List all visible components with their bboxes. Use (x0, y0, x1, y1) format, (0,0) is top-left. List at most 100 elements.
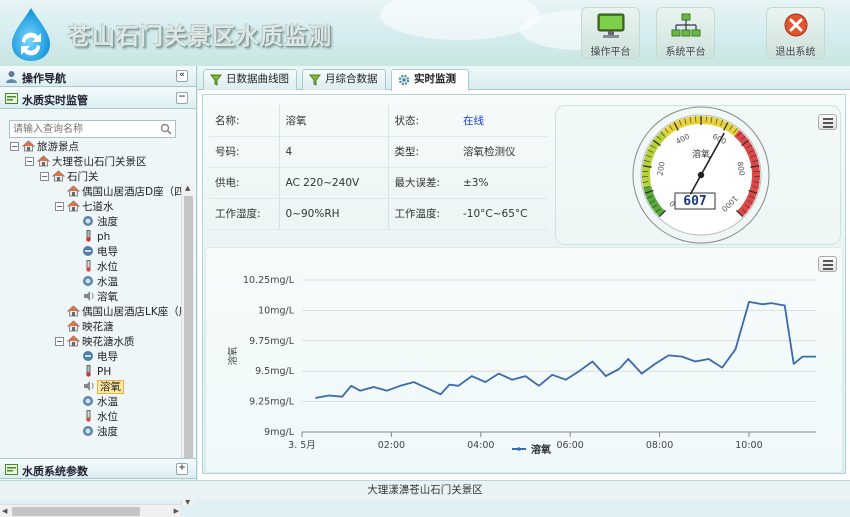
tab-monthly-data[interactable]: 月综合数据 (302, 69, 386, 90)
tree-item[interactable]: 水位 (70, 260, 118, 275)
tree-item-label: 水位 (97, 261, 118, 273)
scroll-thumb[interactable] (184, 196, 193, 464)
tab-bar: 日数据曲线图 月综合数据 实时监测 (198, 66, 850, 90)
panel-icon (5, 92, 18, 105)
collapse-nav-button[interactable]: « (176, 70, 188, 82)
section-collapse-button[interactable]: − (176, 92, 188, 104)
water-level-icon (82, 260, 95, 272)
tree-item[interactable]: −旅游景点 (10, 140, 79, 155)
params-section-title: 水质系统参数 (22, 463, 88, 479)
scroll-thumb[interactable] (12, 507, 140, 516)
tree-item[interactable]: 浊度 (70, 425, 118, 440)
tree-item-label: 水位 (97, 411, 118, 423)
app-title: 苍山石门关景区水质监测 (68, 17, 332, 51)
tree-item-label: 石门关 (67, 171, 99, 183)
tree-item[interactable]: 水温 (70, 275, 118, 290)
x-tick-label: 10:00 (735, 440, 762, 451)
oxygen-line-chart: 9mg/L9.25mg/L9.5mg/L9.75mg/L10mg/L10.25m… (206, 248, 842, 472)
tree-item[interactable]: 偶国山居酒店LK座（层 (55, 305, 182, 320)
y-axis-title: 溶氧 (227, 346, 239, 366)
tree-item[interactable]: 溶氧 (70, 290, 118, 305)
exit-system-button[interactable]: 退出系统 (766, 7, 825, 59)
search-icon[interactable] (160, 123, 172, 135)
tree-item[interactable]: 电导 (70, 350, 118, 365)
tree-toggle[interactable]: − (25, 157, 34, 166)
footer: 大理漾濞苍山石门关景区 (0, 480, 850, 500)
oxygen-gauge: 02004006008001000溶氧607 (631, 105, 771, 245)
chart-menu-button[interactable] (818, 256, 837, 272)
tree-item[interactable]: − 七道水 (55, 200, 114, 215)
home-icon (67, 305, 80, 317)
water-temp-icon (82, 395, 95, 407)
tree-item[interactable]: ph (70, 230, 110, 245)
device-info-table: 名称:溶氧状态:在线号码:4类型:溶氧检测仪供电:AC 220~240V最大误差… (209, 105, 547, 230)
info-cell-label: 号码: (209, 136, 279, 167)
x-tick-label: 06:00 (556, 440, 583, 451)
info-cell-label2: 状态: (388, 105, 457, 136)
search-input[interactable] (10, 121, 155, 137)
y-tick-label: 9.25mg/L (249, 397, 295, 408)
info-row: 名称:溶氧状态:在线 (209, 105, 547, 136)
info-cell-value: 溶氧 (279, 105, 388, 136)
nav-title: 操作导航 (22, 70, 66, 86)
tab-daily-curve[interactable]: 日数据曲线图 (203, 69, 297, 90)
tree-toggle[interactable]: − (55, 202, 64, 211)
x-tick-label: 3. 5月 (288, 440, 316, 451)
water-drop-logo-icon (10, 6, 52, 62)
chart-panel: 9mg/L9.25mg/L9.5mg/L9.75mg/L10mg/L10.25m… (205, 247, 843, 473)
network-icon (671, 12, 701, 40)
tree-item[interactable]: 水位 (70, 410, 118, 425)
tree-item-selected[interactable]: 溶氧 (70, 380, 124, 395)
params-section-header[interactable]: 水质系统参数 + (0, 458, 196, 479)
tree-item[interactable]: − 映花溏水质 (55, 335, 135, 350)
tree-item-label: 七道水 (82, 201, 114, 213)
system-platform-button[interactable]: 系统平台 (656, 7, 715, 59)
conductivity-icon (82, 245, 95, 257)
legend-item-oxygen[interactable]: 溶氧 (531, 443, 551, 456)
tree-toggle[interactable]: − (10, 142, 19, 151)
tree-item-label: 水温 (97, 276, 118, 288)
tree-item-label: 浊度 (97, 426, 118, 438)
home-icon (52, 170, 65, 182)
tree-item[interactable]: −大理苍山石门关景区 (25, 155, 147, 170)
tree-item-label: 映花溏 (82, 321, 114, 333)
y-tick-label: 9mg/L (264, 427, 295, 438)
tree-item[interactable]: 电导 (70, 245, 118, 260)
x-tick-label: 04:00 (467, 440, 494, 451)
tab-label: 月综合数据 (325, 73, 378, 85)
y-tick-label: 9.75mg/L (249, 336, 295, 347)
tree-horizontal-scrollbar[interactable]: ◀ ▶ (0, 504, 181, 517)
system-platform-label: 系统平台 (657, 43, 714, 58)
y-tick-label: 10mg/L (258, 305, 295, 316)
gauge-menu-button[interactable] (818, 114, 837, 130)
operation-platform-button[interactable]: 操作平台 (581, 7, 640, 59)
tree-item[interactable]: PH (70, 365, 111, 380)
home-icon (37, 155, 50, 167)
tree-toggle[interactable]: − (40, 172, 49, 181)
turbidity-icon (82, 425, 95, 437)
tree-item-label: 映花溏水质 (82, 336, 135, 348)
panel-icon (5, 463, 18, 476)
tree-toggle[interactable]: − (55, 337, 64, 346)
home-icon (67, 320, 80, 332)
nav-header: 操作导航 « (0, 66, 196, 87)
y-tick-label: 10.25mg/L (243, 275, 295, 286)
tree-item-label: 电导 (97, 246, 118, 258)
tree-item[interactable]: − 石门关 (40, 170, 99, 185)
site-tree: −旅游景点−大理苍山石门关景区−石门关偶国山居酒店D座（四−七道水浊度ph电导水… (4, 140, 182, 508)
section-header[interactable]: 水质实时监管 − (0, 88, 196, 109)
info-cell-label2: 工作温度: (388, 198, 457, 229)
tree-item[interactable]: 浊度 (70, 215, 118, 230)
tab-label: 实时监测 (414, 73, 456, 85)
gauge-title: 溶氧 (692, 148, 710, 160)
home-icon (67, 185, 80, 197)
tree-item[interactable]: 映花溏 (55, 320, 114, 335)
tree-item[interactable]: 水温 (70, 395, 118, 410)
tab-realtime-monitor[interactable]: 实时监测 (391, 69, 469, 91)
info-cell-value2: 在线 (457, 105, 547, 136)
params-expand-button[interactable]: + (176, 463, 188, 475)
tree-item[interactable]: 偶国山居酒店D座（四 (55, 185, 182, 200)
conductivity-icon (82, 350, 95, 362)
tree-item-label: ph (97, 231, 110, 243)
series-line-oxygen[interactable] (315, 302, 816, 398)
